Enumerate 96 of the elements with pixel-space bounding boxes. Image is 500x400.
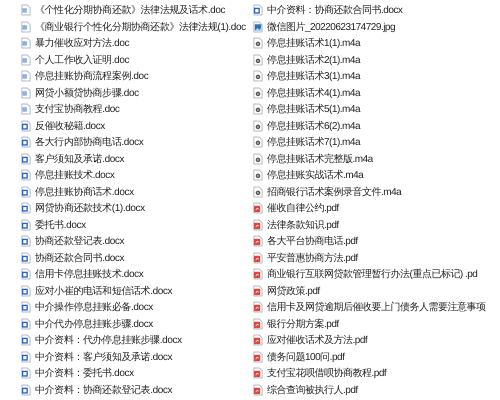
pdf-icon (253, 367, 263, 380)
file-name[interactable]: 支付宝花呗借呗协商教程.pdf (267, 366, 386, 380)
audio-file-icon (253, 169, 263, 182)
document-icon (21, 37, 31, 50)
file-name[interactable]: 招商银行话术案例录音文件.m4a (267, 184, 402, 199)
file-name[interactable]: 《个性化分期协商还款》法律法规及话术.doc (35, 3, 226, 18)
file-name[interactable]: 客户须知及承诺.docx (35, 152, 124, 166)
file-name[interactable]: 协商还款登记表.docx (35, 234, 124, 248)
file-name[interactable]: 协商还款合同书.docx (35, 250, 124, 265)
file-name[interactable]: 停息挂账话术7(1).m4a (267, 135, 360, 150)
document-icon (21, 54, 31, 66)
document-icon (21, 169, 31, 182)
file-name[interactable]: 综合查询被执行人.pdf (267, 382, 358, 397)
file-name[interactable]: 暴力催收应对方法.doc (35, 36, 130, 50)
file-name[interactable]: 商业银行互联网贷款管理暂行办法(重点已标记) .pd (267, 267, 478, 282)
image-icon (253, 20, 263, 33)
file-name[interactable]: 支付宝协商教程.doc (35, 102, 120, 116)
document-icon (253, 4, 263, 16)
file-name[interactable]: 停息挂账话术完整版.m4a (267, 152, 373, 166)
audio-file-icon (253, 70, 263, 82)
file-name[interactable]: 停息挂账技术.docx (35, 168, 115, 182)
document-icon (21, 186, 31, 198)
document-icon (21, 136, 31, 148)
document-icon (21, 268, 31, 280)
file-name[interactable]: 中介代办停息挂账步骤.docx (35, 316, 153, 331)
audio-file-icon (253, 86, 263, 99)
file-name[interactable]: 停息挂账话术5(1).m4a (267, 102, 360, 116)
document-icon (21, 4, 31, 16)
file-name[interactable]: 停息挂账实战话术.m4a (267, 168, 364, 182)
pdf-icon (253, 252, 263, 264)
audio-file-icon (253, 120, 263, 132)
file-name[interactable]: 反催收秘籍.docx (35, 118, 105, 133)
file-name[interactable]: 债务问题100问.pdf (267, 350, 344, 364)
document-icon (21, 103, 31, 116)
pdf-icon (253, 284, 263, 297)
document-icon (21, 235, 31, 248)
file-name[interactable]: 各大平台协商电话.pdf (267, 234, 358, 248)
file-name[interactable]: 信用卡停息挂账技术.docx (35, 267, 144, 282)
file-name[interactable]: 信用卡及网贷逾期后催收要上门债务人需要注意事项 (267, 300, 486, 314)
file-name[interactable]: 个人工作收入证明.doc (35, 52, 130, 67)
file-name[interactable]: 停息挂账话术2(1).m4a (267, 52, 360, 67)
document-icon (21, 318, 31, 330)
file-name[interactable]: 停息挂账协商话术.docx (35, 184, 134, 199)
file-name[interactable]: 平安普惠协商方法.pdf (267, 250, 358, 265)
document-icon (21, 218, 31, 231)
file-name[interactable]: 中介操作停息挂账必备.docx (35, 300, 153, 314)
audio-file-icon (253, 136, 263, 148)
file-name[interactable]: 中介资料：委托书.docx (35, 366, 134, 380)
pdf-icon (253, 318, 263, 330)
file-name[interactable]: 停息挂账协商流程案例.doc (35, 69, 148, 84)
file-name[interactable]: 应对催收话术及方法.pdf (267, 333, 368, 348)
document-icon (21, 202, 31, 214)
document-icon (21, 152, 31, 165)
document-icon (21, 350, 31, 363)
file-name[interactable]: 法律条款知识.pdf (267, 218, 339, 232)
file-name[interactable]: 中介资料：协商还款合同书.docx (267, 3, 402, 18)
file-name[interactable]: 应对小崔的电话和短信话术.docx (35, 284, 172, 298)
document-icon (21, 70, 31, 82)
file-name[interactable]: 网贷小额贷协商步骤.doc (35, 86, 139, 100)
file-name[interactable]: 银行分期方案.pdf (267, 316, 339, 331)
audio-file-icon (253, 152, 263, 165)
file-name[interactable]: 《商业银行个性化分期协商还款》法律法规(1).doc (35, 20, 246, 34)
pdf-icon (253, 202, 263, 214)
document-icon (21, 334, 31, 346)
file-name[interactable]: 中介资料：代办停息挂账步骤.docx (35, 333, 182, 348)
audio-file-icon (253, 37, 263, 50)
pdf-icon (253, 268, 263, 280)
document-icon (21, 284, 31, 297)
file-name[interactable]: 催收自律公约.pdf (267, 201, 339, 216)
document-icon (21, 86, 31, 99)
pdf-icon (253, 218, 263, 231)
file-name[interactable]: 停息挂账话术1(1).m4a (267, 36, 360, 50)
file-name[interactable]: 停息挂账话术6(2).m4a (267, 118, 360, 133)
audio-file-icon (253, 186, 263, 198)
file-name[interactable]: 各大行内部协商电话.docx (35, 135, 144, 150)
file-name[interactable]: 中介资料：客户须知及承诺.docx (35, 350, 172, 364)
file-name[interactable]: 委托书.docx (35, 218, 86, 232)
file-name[interactable]: 网贷政策.pdf (267, 284, 320, 298)
document-icon (21, 384, 31, 396)
file-name[interactable]: 微信图片_20220623174729.jpg (267, 20, 396, 34)
audio-file-icon (253, 103, 263, 116)
file-name[interactable]: 网贷协商还款技术(1).docx (35, 201, 145, 216)
document-icon (21, 20, 31, 33)
document-icon (21, 252, 31, 264)
pdf-icon (253, 350, 263, 363)
pdf-icon (253, 301, 263, 314)
document-icon (21, 301, 31, 314)
pdf-icon (253, 334, 263, 346)
pdf-icon (253, 384, 263, 396)
file-name[interactable]: 中介资料：协商还款登记表.docx (35, 382, 172, 397)
document-icon (21, 120, 31, 132)
pdf-icon (253, 235, 263, 248)
document-icon (21, 367, 31, 380)
file-name[interactable]: 停息挂账话术4(1).m4a (267, 86, 360, 100)
file-name[interactable]: 停息挂账话术3(1).m4a (267, 69, 360, 84)
audio-file-icon (253, 54, 263, 66)
